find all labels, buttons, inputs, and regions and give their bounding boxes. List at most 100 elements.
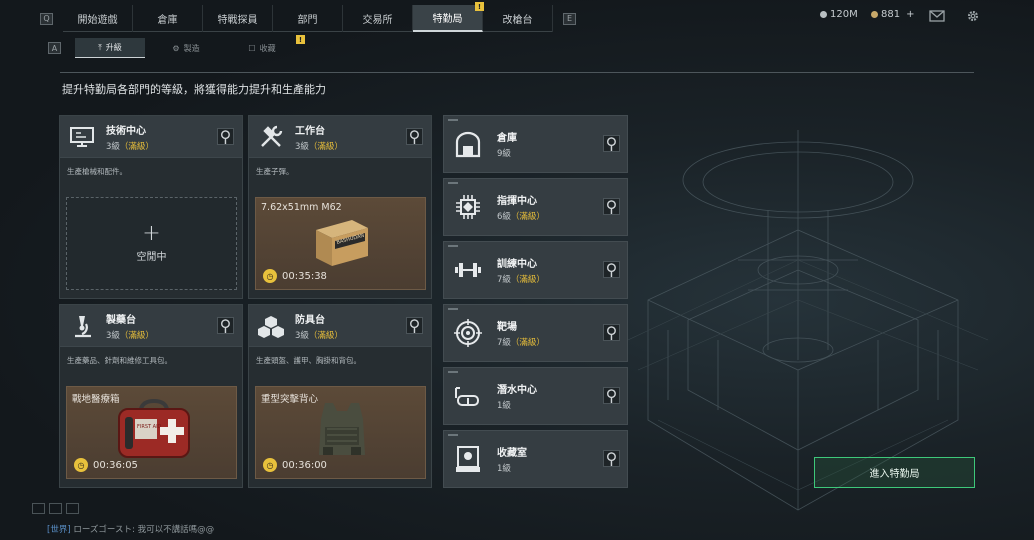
search-icon[interactable]: ⚲ — [406, 316, 423, 335]
search-icon[interactable]: ⚲ — [406, 127, 423, 146]
level-value: 3級 — [106, 330, 120, 341]
facility-name: 訓練中心 — [497, 259, 537, 270]
card-header: 技術中心 3級（滿級） ⚲ — [60, 116, 242, 158]
max-level-label: （滿級） — [119, 141, 154, 152]
max-level-label: （滿級） — [510, 212, 545, 222]
quick-slot[interactable] — [32, 503, 45, 514]
facility-card-shooting-range[interactable]: 靶場 7級（滿級） ⚲ — [443, 304, 628, 362]
hammer-wrench-icon — [255, 121, 287, 153]
gold-amount: 881 — [881, 9, 901, 20]
facility-card-command-center[interactable]: 指揮中心 6級（滿級） ⚲ — [443, 178, 628, 236]
production-item-name: 7.62x51mm M62 — [261, 202, 342, 213]
quick-slot[interactable] — [66, 503, 79, 514]
production-slot[interactable]: 重型突擊背心 ◷ 00:36:00 — [255, 386, 426, 479]
upgrade-icon: ⤒ — [98, 42, 102, 52]
max-level-label: （滿級） — [119, 330, 154, 341]
quick-slots — [32, 503, 79, 514]
search-icon[interactable]: ⚲ — [217, 127, 234, 146]
quick-slot[interactable] — [49, 503, 62, 514]
tab-special-ops[interactable]: 特勤局! — [413, 2, 484, 32]
level-value: 1級 — [497, 401, 511, 411]
facility-card-training-center[interactable]: 訓練中心 7級（滿級） ⚲ — [443, 241, 628, 299]
production-slot[interactable]: 7.62x51mm M62 BASHUDAN ◷ 00:35:38 — [255, 197, 426, 290]
card-corner-tag — [448, 245, 458, 247]
search-icon[interactable]: ⚲ — [603, 260, 620, 279]
tab-operators[interactable]: 特戰探員 — [203, 5, 273, 32]
facility-level: 1級 — [497, 399, 537, 411]
gold-currency[interactable]: 881 + — [871, 9, 914, 20]
facility-card-warehouse[interactable]: 倉庫 9級 ⚲ — [443, 115, 628, 173]
production-slot-empty[interactable]: + 空閒中 — [66, 197, 237, 290]
production-timer: ◷ 00:36:05 — [74, 458, 138, 472]
tab-special-ops-label: 特勤局 — [432, 14, 463, 25]
max-level-label: （滿級） — [308, 141, 343, 152]
tab-gunsmith[interactable]: 改槍台 — [483, 5, 553, 32]
settings-gear-icon[interactable] — [965, 9, 981, 23]
card-header: 製藥台 3級（滿級） ⚲ — [60, 305, 242, 347]
facility-level: 9級 — [497, 147, 517, 159]
card-corner-tag — [448, 119, 458, 121]
facility-name: 防具台 — [295, 314, 325, 326]
add-currency-button[interactable]: + — [906, 9, 914, 20]
search-icon[interactable]: ⚲ — [603, 323, 620, 342]
medkit-image: FIRST AID — [118, 398, 190, 458]
chat-line[interactable]: [世界] ローズゴースト: 我可以不講話嗎@@ — [47, 523, 214, 535]
target-icon — [453, 318, 483, 348]
sub-navigation: A ⤒ 升級 ⚙ 製造 ☐ 收藏! — [48, 35, 305, 58]
search-icon[interactable]: ⚲ — [217, 316, 234, 335]
card-header: 工作台 3級（滿級） ⚲ — [249, 116, 431, 158]
facility-name: 倉庫 — [497, 133, 517, 144]
timer-icon: ◷ — [263, 269, 277, 283]
cubes-icon — [255, 310, 287, 342]
divider — [60, 72, 974, 73]
top-navigation: Q 開始遊戲 倉庫 特戰探員 部門 交易所 特勤局! 改槍台 E — [40, 2, 576, 32]
search-icon[interactable]: ⚲ — [603, 386, 620, 405]
facility-card-diving-center[interactable]: 潛水中心 1級 ⚲ — [443, 367, 628, 425]
search-icon[interactable]: ⚲ — [603, 197, 620, 216]
tab-start-game[interactable]: 開始遊戲 — [63, 5, 133, 32]
subtab-upgrade-label: 升級 — [105, 43, 122, 52]
facility-description: 生產子彈。 — [256, 167, 294, 176]
craft-icon: ⚙ — [172, 43, 180, 53]
tab-exchange[interactable]: 交易所 — [343, 5, 413, 32]
mail-icon[interactable] — [929, 9, 945, 23]
card-corner-tag — [448, 434, 458, 436]
facility-description: 生產槍械和配件。 — [67, 167, 127, 176]
facility-card-collection-room[interactable]: 收藏室 1級 ⚲ — [443, 430, 628, 488]
vest-image — [319, 403, 365, 455]
gold-coin-icon — [871, 11, 878, 18]
level-value: 7級 — [497, 338, 511, 348]
subtab-upgrade[interactable]: ⤒ 升級 — [75, 38, 145, 58]
slot-status: 空閒中 — [136, 252, 167, 263]
subtab-collection[interactable]: ☐ 收藏! — [227, 35, 305, 58]
subtab-craft[interactable]: ⚙ 製造 — [151, 38, 221, 58]
search-icon[interactable]: ⚲ — [603, 449, 620, 468]
subtab-craft-label: 製造 — [183, 43, 200, 53]
production-timer: ◷ 00:35:38 — [263, 269, 327, 283]
dumbbell-icon — [453, 255, 483, 285]
facility-name: 收藏室 — [497, 448, 527, 459]
tab-warehouse[interactable]: 倉庫 — [133, 5, 203, 32]
facility-level: 3級（滿級） — [295, 140, 343, 152]
facility-card-pharmacy[interactable]: 製藥台 3級（滿級） ⚲ 生產藥品、針劑和維修工具包。 戰地醫療箱 FIRST A… — [59, 304, 243, 488]
max-level-label: （滿級） — [308, 330, 343, 341]
notification-badge: ! — [296, 35, 305, 44]
silver-coin-icon — [820, 11, 827, 18]
card-corner-tag — [448, 371, 458, 373]
warehouse-icon — [453, 129, 483, 159]
facility-card-workbench[interactable]: 工作台 3級（滿級） ⚲ 生產子彈。 7.62x51mm M62 BASHUDAN… — [248, 115, 432, 299]
search-icon[interactable]: ⚲ — [603, 134, 620, 153]
facility-card-armor-bench[interactable]: 防具台 3級（滿級） ⚲ 生產頭盔、護甲、胸掛和背包。 重型突擊背心 ◷ 00:36… — [248, 304, 432, 488]
tab-department[interactable]: 部門 — [273, 5, 343, 32]
collection-icon: ☐ — [248, 43, 256, 53]
facility-card-tech-center[interactable]: 技術中心 3級（滿級） ⚲ 生產槍械和配件。 + 空閒中 — [59, 115, 243, 299]
chat-message: 我可以不講話嗎@@ — [137, 525, 215, 535]
production-slot[interactable]: 戰地醫療箱 FIRST AID ◷ 00:36:05 — [66, 386, 237, 479]
facility-name: 工作台 — [295, 125, 325, 137]
facility-name: 指揮中心 — [497, 196, 537, 207]
timer-icon: ◷ — [74, 458, 88, 472]
nav-right-key-hint: E — [563, 12, 576, 25]
level-value: 3級 — [106, 141, 120, 152]
enter-special-ops-button[interactable]: 進入特勤局 — [814, 457, 975, 488]
max-level-label: （滿級） — [510, 275, 545, 285]
